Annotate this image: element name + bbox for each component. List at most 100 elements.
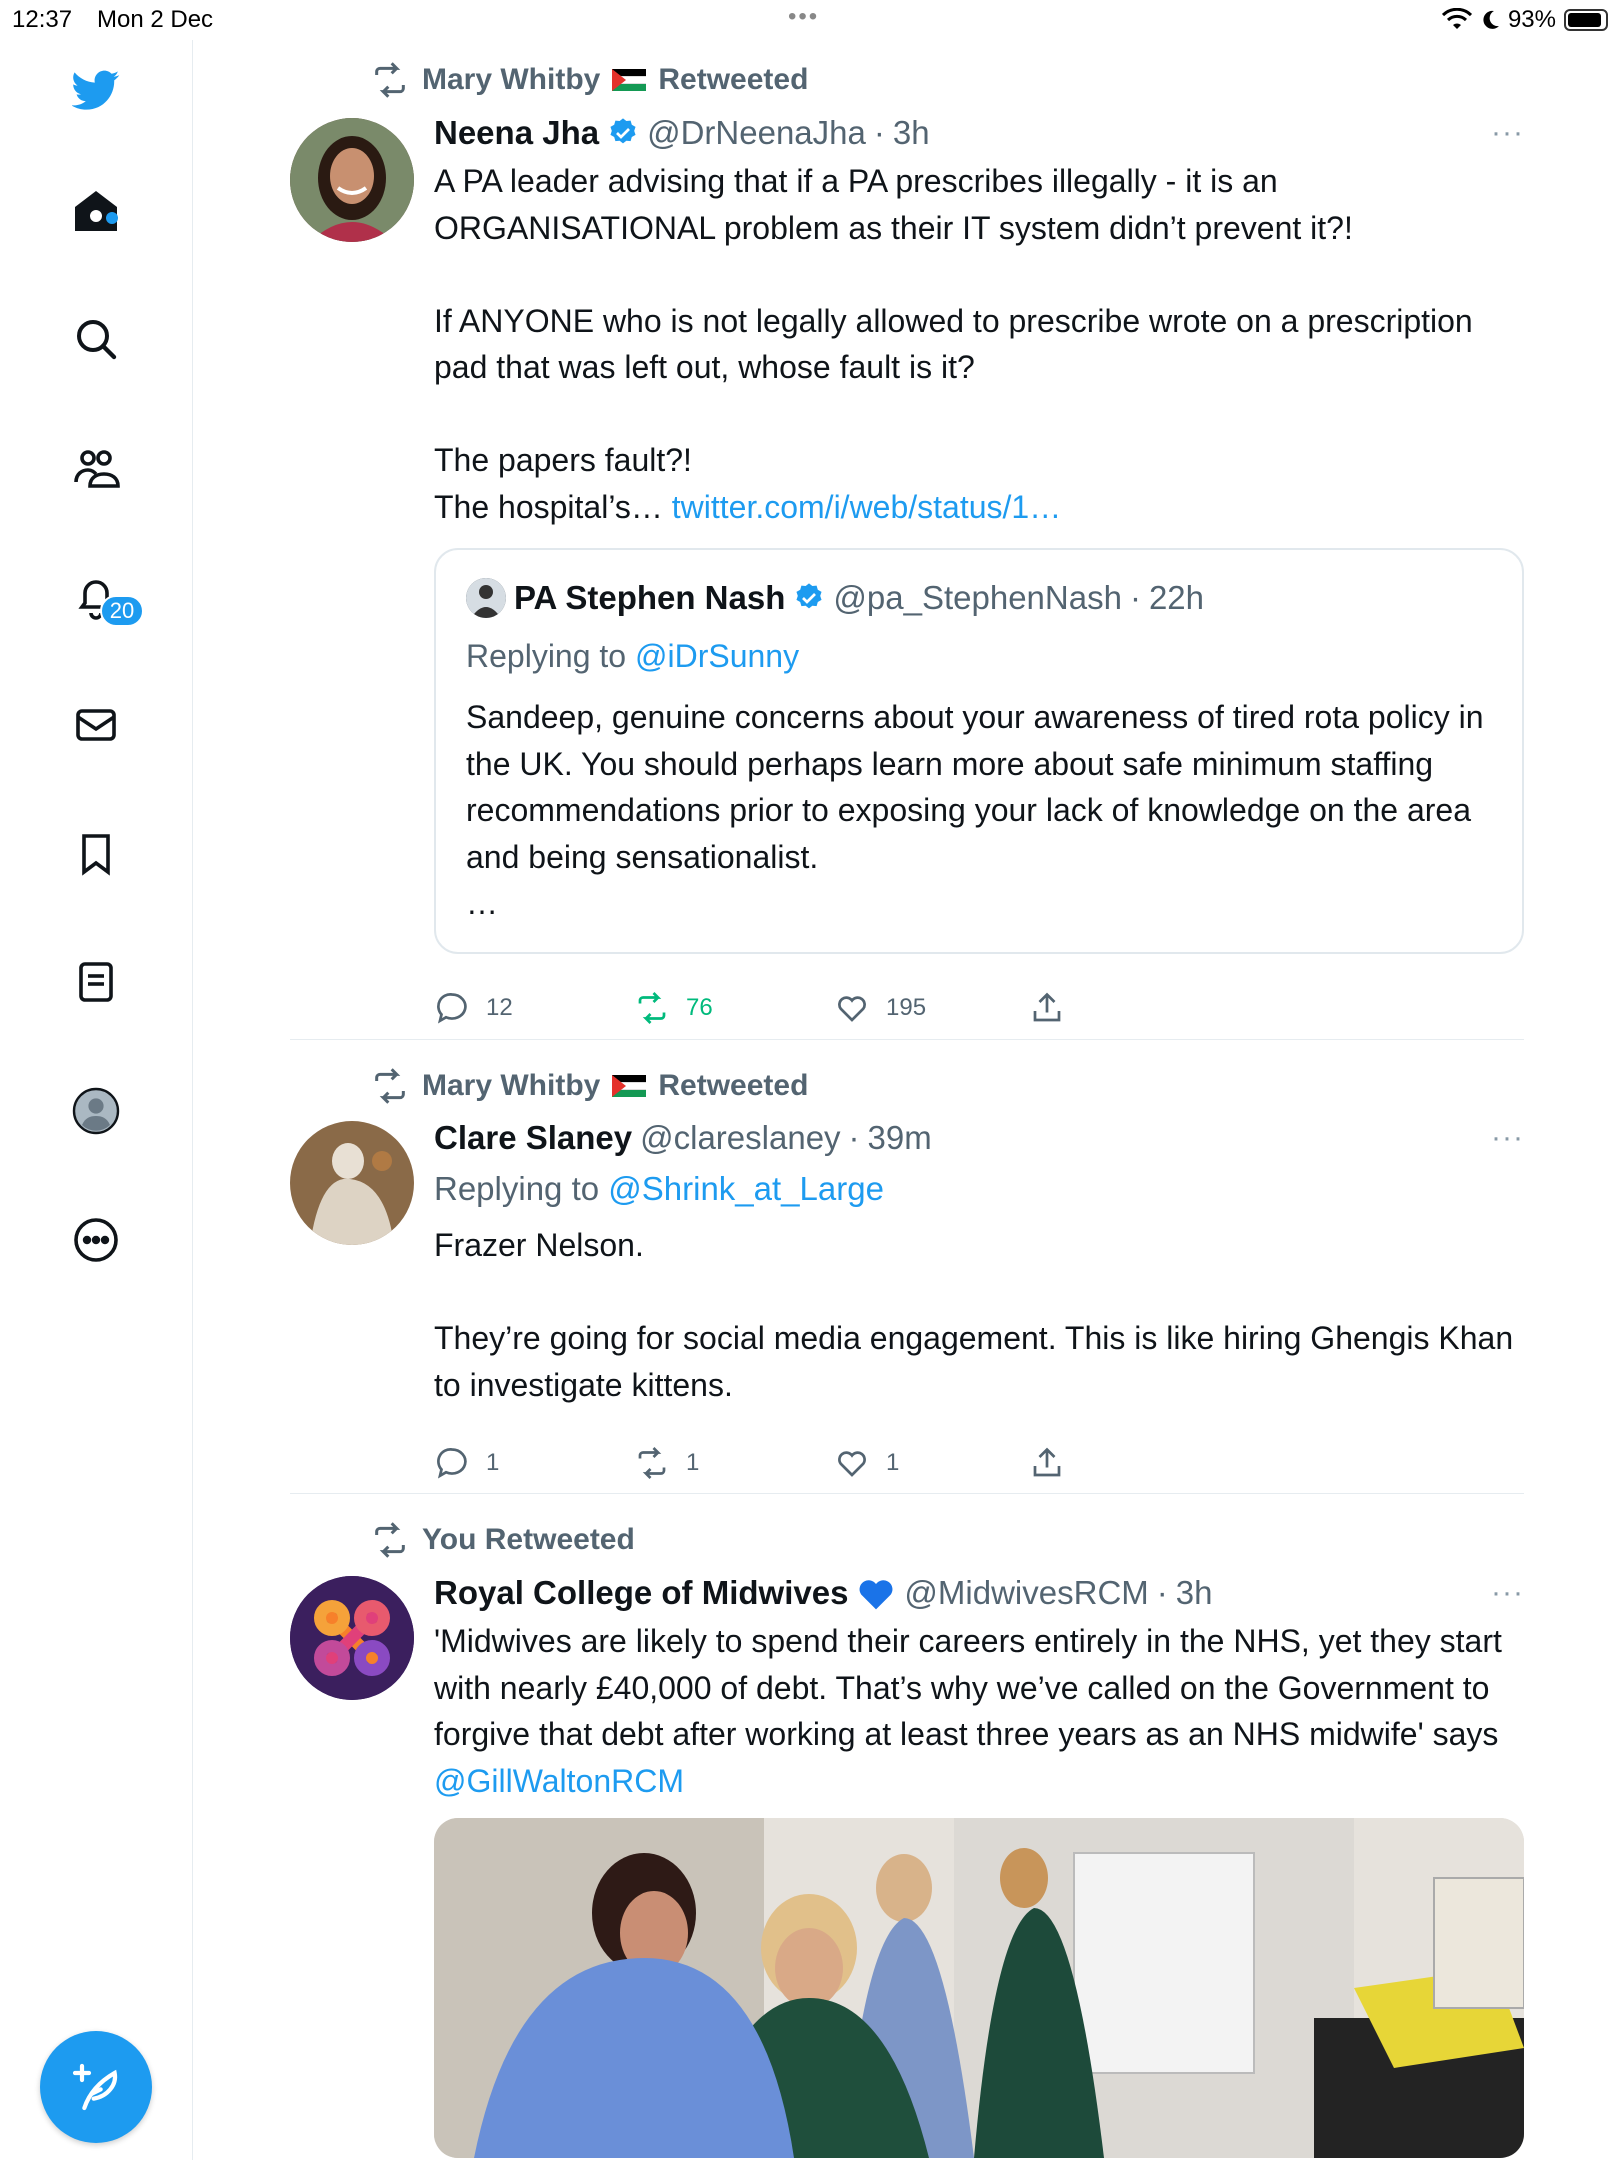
blue-heart-icon [859,1580,893,1610]
quoted-author-handle: @pa_StephenNash [833,579,1122,616]
like-count: 195 [886,994,927,1021]
retweet-button[interactable]: 76 [634,990,713,1026]
retweeter-name[interactable]: Mary Whitby [422,1069,600,1103]
like-button[interactable]: 1 [834,1445,899,1481]
quoted-tweet-text: Sandeep, genuine concerns about your awa… [466,699,1484,921]
battery-icon [1564,9,1608,31]
reply-button[interactable]: 1 [434,1445,499,1481]
reply-count: 1 [486,1449,500,1476]
tweet-header: Neena Jha @DrNeenaJha · 3h [434,114,930,152]
like-button[interactable]: 195 [834,990,926,1026]
separator: · [1129,579,1141,616]
share-icon [1033,1447,1061,1477]
tweet-text-content: 'Midwives are likely to spend their care… [434,1623,1511,1752]
notifications-badge: 20 [100,595,144,627]
tweet-more-button[interactable]: ··· [1491,1121,1524,1155]
tweet-link[interactable]: twitter.com/i/web/status/1… [672,489,1061,525]
quoted-author-name: PA Stephen Nash [514,579,786,616]
heart-icon [838,996,866,1022]
retweet-button[interactable]: 1 [634,1445,699,1481]
author-handle[interactable]: @DrNeenaJha [647,114,866,152]
home-unread-dot [106,212,118,224]
mention-link[interactable]: @GillWaltonRCM [434,1763,684,1799]
timeline: Mary Whitby Retweeted Neena Jha @DrNeena… [290,40,1524,2164]
replying-to-link[interactable]: @Shrink_at_Large [608,1170,884,1207]
retweet-icon [638,1447,666,1479]
midwives-photo-image [434,1818,1524,2158]
author-handle[interactable]: @MidwivesRCM [904,1574,1148,1612]
retweet-icon [638,992,666,1024]
tweet-more-button[interactable]: ··· [1491,1576,1524,1610]
quoted-tweet[interactable]: PA Stephen Nash @pa_StephenNash · 22h Repl… [434,548,1524,954]
retweet-context: Mary Whitby Retweeted [370,60,808,100]
retweet-context: You Retweeted [370,1520,635,1560]
status-date: Mon 2 Dec [97,6,214,33]
bookmark-icon[interactable] [68,826,124,882]
lists-icon[interactable] [68,954,124,1010]
quoted-tweet-time: 22h [1148,579,1204,616]
home-icon[interactable] [68,183,124,239]
compose-tweet-button[interactable] [40,2031,152,2143]
share-icon [1033,992,1061,1022]
verified-badge-icon [610,118,636,144]
replying-prefix: Replying to [434,1170,609,1207]
retweeter-name[interactable]: Mary Whitby [422,63,600,97]
messages-envelope-icon[interactable] [68,697,124,753]
separator: · [1156,1574,1168,1611]
reply-button[interactable]: 12 [434,990,513,1026]
tweet-more-button[interactable]: ··· [1491,116,1524,150]
replying-to-link[interactable]: @iDrSunny [635,638,799,674]
wifi-icon [1441,8,1472,29]
tweet-text: 'Midwives are likely to spend their care… [434,1618,1524,1804]
tweet-time[interactable]: 3h [1176,1574,1213,1612]
quoted-replying-to: Replying to @iDrSunny [466,638,799,675]
tweet-time[interactable]: 3h [893,114,930,152]
avatar[interactable] [290,1121,414,1245]
share-button[interactable] [1029,1445,1065,1481]
retweet-count: 76 [686,994,713,1021]
moon-icon [1483,10,1499,29]
tweet-text-content: A PA leader advising that if a PA prescr… [434,163,1473,525]
retweet-label: Retweeted [658,1069,809,1102]
quoted-tweet-header: PA Stephen Nash @pa_StephenNash · 22h [466,578,1204,618]
palestine-flag-icon [612,69,647,91]
retweeter-name[interactable]: You Retweeted [422,1523,635,1557]
avatar[interactable] [290,1576,414,1700]
tweet-photo[interactable] [434,1818,1524,2158]
status-time: 12:37 [12,6,73,33]
retweet-icon [375,1068,405,1104]
sidebar: 20 [0,40,193,2160]
avatar[interactable] [290,118,414,242]
reply-icon [437,1448,467,1479]
author-name[interactable]: Clare Slaney [434,1119,632,1157]
replying-to: Replying to @Shrink_at_Large [434,1170,884,1208]
reply-icon [437,993,467,1024]
verified-badge-icon [796,583,822,609]
multitask-dots[interactable]: ••• [788,3,819,31]
tweet[interactable]: Mary Whitby Retweeted Neena Jha @DrNeena… [290,40,1524,1040]
more-options-icon[interactable] [68,1212,124,1268]
retweet-count: 1 [686,1449,700,1476]
profile-avatar-icon[interactable] [68,1083,124,1139]
author-name[interactable]: Neena Jha [434,114,599,152]
tweet-actions: 1 1 1 [434,1445,1134,1495]
share-button[interactable] [1029,990,1065,1026]
twitter-logo-icon[interactable] [68,62,124,118]
tweet[interactable]: You Retweeted Royal College of Midwives … [290,1494,1524,2164]
retweet-icon [375,1522,405,1558]
palestine-flag-icon [612,1075,647,1097]
quoted-avatar [466,578,506,618]
communities-icon[interactable] [68,440,124,496]
reply-count: 12 [486,994,513,1021]
tweet-text: A PA leader advising that if a PA prescr… [434,158,1524,530]
like-count: 1 [886,1449,900,1476]
replying-prefix: Replying to [466,638,635,674]
retweet-label: Retweeted [658,63,809,96]
tweet-time[interactable]: 39m [868,1119,932,1157]
author-name[interactable]: Royal College of Midwives [434,1574,848,1612]
compose-feather-icon [72,2063,118,2111]
author-handle[interactable]: @clareslaney [640,1119,840,1157]
tweet[interactable]: Mary Whitby Retweeted Clare Slaney @clar… [290,1040,1524,1494]
separator: · [873,114,885,151]
search-icon[interactable] [68,311,124,367]
